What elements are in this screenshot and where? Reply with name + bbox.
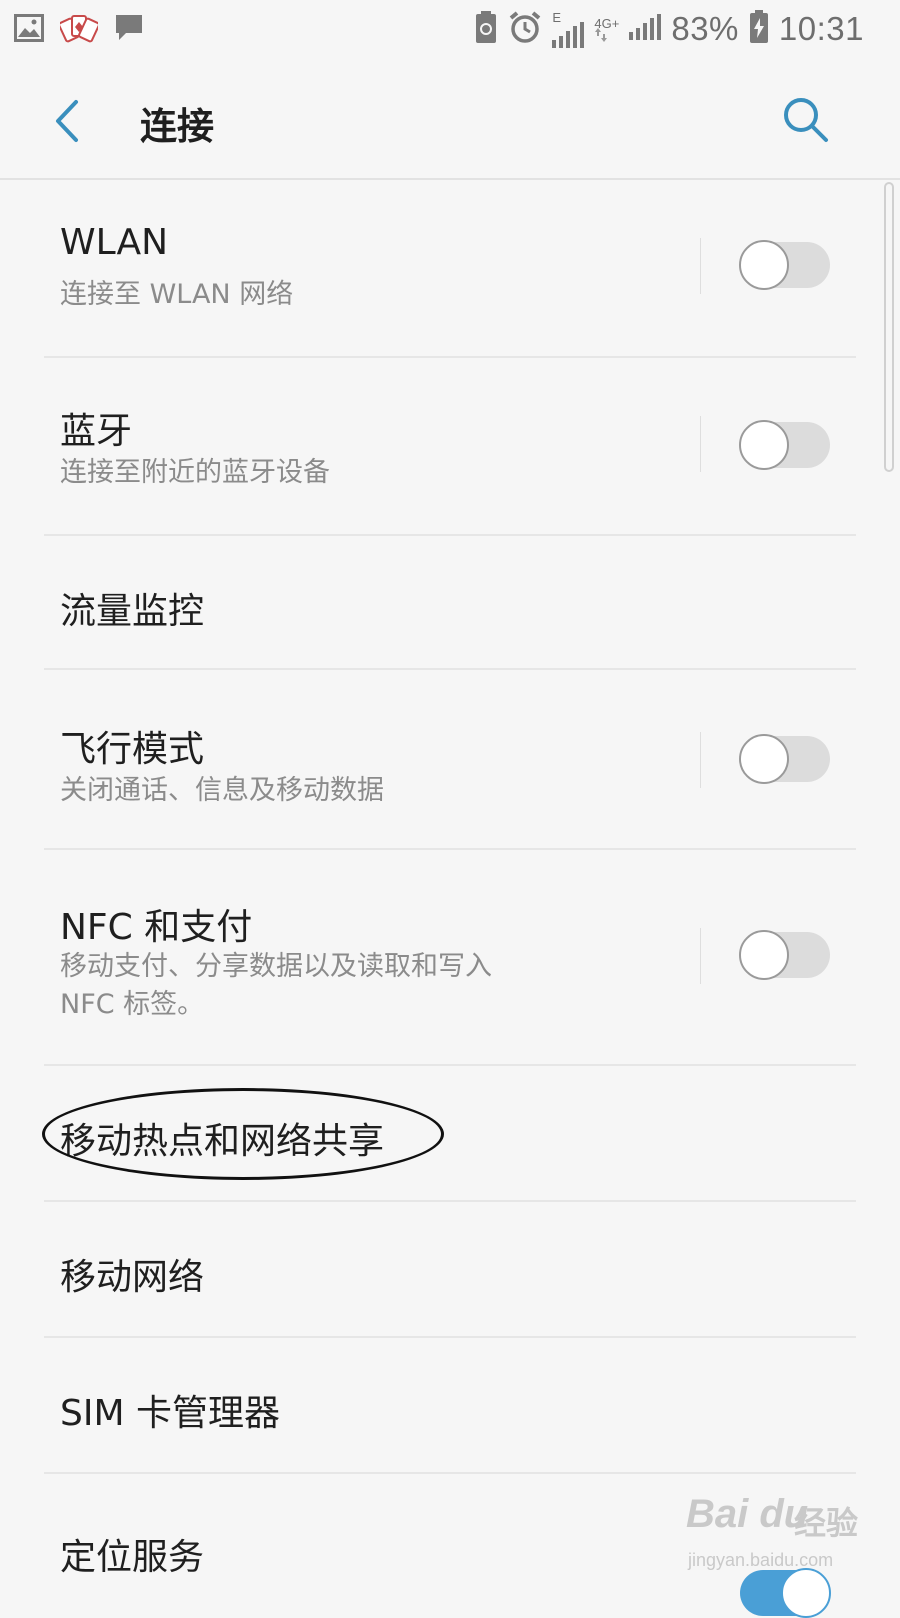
wlan-setting[interactable]: WLAN 连接至 WLAN 网络 xyxy=(0,180,900,356)
toggle-knob xyxy=(739,240,789,290)
bluetooth-title: 蓝牙 xyxy=(60,411,133,452)
toggle-divider xyxy=(700,928,701,984)
nfc-setting[interactable]: NFC 和支付 移动支付、分享数据以及读取和写入 NFC 标签。 xyxy=(0,850,900,1064)
airplane-mode-title: 飞行模式 xyxy=(60,729,205,770)
search-button[interactable] xyxy=(780,94,830,144)
nfc-subtitle: 移动支付、分享数据以及读取和写入 NFC 标签。 xyxy=(60,951,492,1020)
airplane-mode-setting[interactable]: 飞行模式 关闭通话、信息及移动数据 xyxy=(0,670,900,848)
search-icon xyxy=(784,98,828,142)
wlan-toggle[interactable] xyxy=(739,240,830,290)
wlan-subtitle: 连接至 WLAN 网络 xyxy=(60,279,294,310)
nfc-toggle[interactable] xyxy=(739,930,830,980)
airplane-mode-toggle[interactable] xyxy=(739,734,830,784)
alarm-icon xyxy=(508,10,542,48)
airplane-mode-subtitle: 关闭通话、信息及移动数据 xyxy=(60,775,384,806)
wlan-title: WLAN xyxy=(60,222,169,263)
bluetooth-toggle[interactable] xyxy=(739,420,830,470)
network-indicator-2: 4G+ xyxy=(594,17,619,42)
clock: 10:31 xyxy=(778,10,864,47)
app-bar: 连接 xyxy=(0,62,900,180)
data-arrows-icon xyxy=(595,27,608,42)
toggle-divider xyxy=(700,416,701,472)
toggle-knob xyxy=(739,420,789,470)
bluetooth-subtitle: 连接至附近的蓝牙设备 xyxy=(60,457,330,488)
battery-charging-icon xyxy=(749,10,769,48)
toggle-divider xyxy=(700,732,701,788)
sim-card-manager-setting[interactable]: SIM 卡管理器 xyxy=(0,1338,900,1472)
toggle-knob xyxy=(739,930,789,980)
nfc-title: NFC 和支付 xyxy=(60,907,253,948)
hotspot-tethering-title: 移动热点和网络共享 xyxy=(60,1121,385,1162)
data-usage-setting[interactable]: 流量监控 xyxy=(0,536,900,668)
toggle-knob xyxy=(739,734,789,784)
mobile-networks-setting[interactable]: 移动网络 xyxy=(0,1202,900,1336)
chevron-left-icon xyxy=(56,100,78,142)
signal-icon xyxy=(552,21,585,48)
toggle-knob xyxy=(781,1568,831,1618)
bluetooth-setting[interactable]: 蓝牙 连接至附近的蓝牙设备 xyxy=(0,358,900,534)
signal-icon xyxy=(629,14,662,44)
data-usage-title: 流量监控 xyxy=(60,591,205,632)
poker-cards-notification-icon xyxy=(58,12,100,48)
page-title: 连接 xyxy=(140,105,214,148)
location-title: 定位服务 xyxy=(60,1537,205,1578)
battery-saver-icon xyxy=(474,10,498,48)
message-notification-icon xyxy=(114,13,144,47)
notification-icons xyxy=(14,12,144,48)
image-notification-icon xyxy=(14,14,44,46)
battery-percent: 83% xyxy=(671,10,739,47)
hotspot-tethering-setting[interactable]: 移动热点和网络共享 xyxy=(0,1066,900,1200)
mobile-networks-title: 移动网络 xyxy=(60,1257,205,1298)
system-status-icons: E 4G+ 83% 10:31 xyxy=(474,10,864,48)
toggle-divider xyxy=(700,238,701,294)
sim-card-manager-title: SIM 卡管理器 xyxy=(60,1393,280,1434)
location-toggle[interactable] xyxy=(740,1568,831,1618)
network-indicator-1: E xyxy=(552,11,585,48)
status-bar: E 4G+ 83% 10:31 xyxy=(0,0,900,62)
location-setting[interactable]: 定位服务 xyxy=(0,1474,900,1618)
back-button[interactable] xyxy=(48,96,92,146)
